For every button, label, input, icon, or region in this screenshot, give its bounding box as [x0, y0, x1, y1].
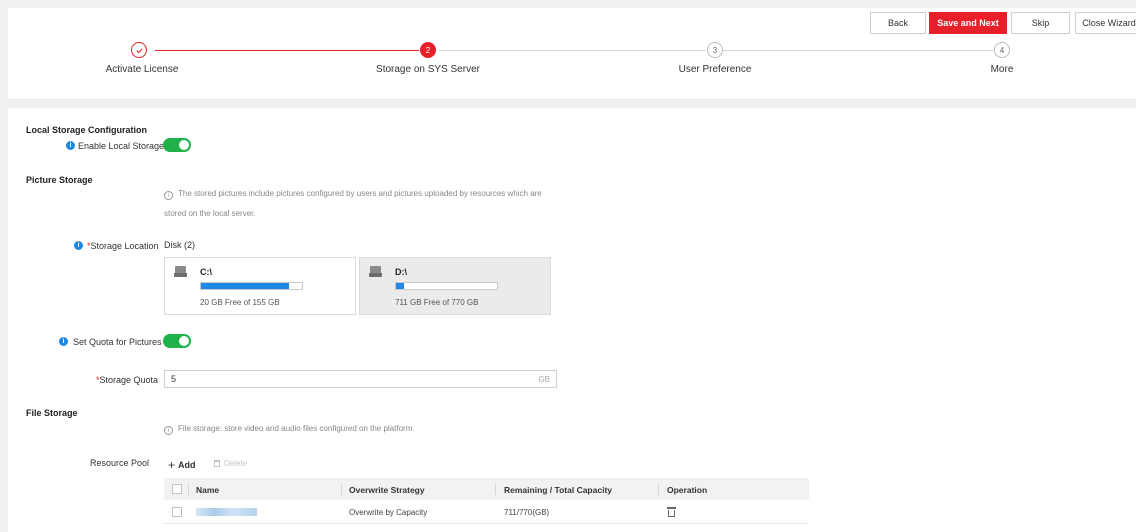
column-operation: Operation	[667, 485, 708, 495]
step-connector-2	[438, 50, 706, 51]
step-4-label: More	[990, 64, 1014, 75]
picture-storage-hint-line2: stored on the local server.	[164, 209, 256, 218]
disk-card-d[interactable]: D:\ 711 GB Free of 770 GB	[359, 257, 551, 315]
delete-resource-pool-button[interactable]: Delete	[214, 459, 247, 468]
enable-local-storage-label: Enable Local Storage	[78, 141, 165, 151]
column-overwrite-strategy[interactable]: Overwrite Strategy	[349, 485, 425, 495]
resource-pool-table: Name Overwrite Strategy Remaining / Tota…	[164, 478, 809, 524]
step-connector-3	[723, 50, 995, 51]
storage-location-label: *Storage Location	[87, 241, 159, 251]
resource-pool-label: Resource Pool	[90, 458, 150, 468]
skip-button[interactable]: Skip	[1011, 12, 1070, 34]
plus-icon: +	[168, 458, 176, 472]
disk-free-text: 20 GB Free of 155 GB	[200, 298, 280, 307]
wizard-header: Back Save and Next Skip Close Wizard 2 3…	[8, 8, 1136, 100]
file-storage-section-title: File Storage	[26, 408, 78, 418]
column-name[interactable]: Name	[196, 485, 219, 495]
info-icon[interactable]: i	[66, 141, 75, 150]
step-3-circle: 3	[707, 42, 723, 58]
set-quota-toggle[interactable]	[163, 334, 191, 348]
row-capacity: 711/770(GB)	[504, 508, 550, 517]
disk-icon	[369, 266, 382, 277]
step-1-label: Activate License	[105, 64, 179, 75]
storage-quota-label: *Storage Quota	[96, 375, 159, 385]
disk-icon	[174, 266, 187, 277]
disk-card-c[interactable]: C:\ 20 GB Free of 155 GB	[164, 257, 356, 315]
storage-quota-value: 5	[171, 374, 177, 384]
column-capacity[interactable]: Remaining / Total Capacity	[504, 485, 612, 495]
check-icon	[135, 47, 143, 53]
picture-storage-hint: i The stored pictures include pictures co…	[164, 189, 542, 200]
row-checkbox[interactable]	[172, 507, 182, 517]
disk-name: C:\	[200, 267, 212, 277]
step-2-circle: 2	[420, 42, 436, 58]
step-2-label: Storage on SYS Server	[376, 64, 480, 75]
step-3-label: User Preference	[678, 64, 752, 75]
local-storage-section-title: Local Storage Configuration	[26, 125, 148, 135]
step-1-circle	[131, 42, 147, 58]
disk-name: D:\	[395, 267, 407, 277]
storage-config-panel: Local Storage Configuration i Enable Loc…	[8, 108, 1136, 532]
table-header: Name Overwrite Strategy Remaining / Tota…	[164, 478, 809, 500]
info-icon[interactable]: i	[59, 337, 68, 346]
step-connector-1	[155, 50, 419, 51]
table-row[interactable]: Overwrite by Capacity 711/770(GB)	[164, 500, 809, 524]
disk-usage-fill	[201, 283, 289, 289]
info-icon[interactable]: i	[74, 241, 83, 250]
pool-name-redacted	[196, 508, 257, 516]
enable-local-storage-toggle[interactable]	[163, 138, 191, 152]
set-quota-label: Set Quota for Pictures	[73, 337, 162, 347]
storage-quota-unit: GB	[538, 375, 550, 384]
trash-icon	[214, 460, 220, 467]
disk-usage-bar	[395, 282, 498, 290]
disk-usage-fill	[396, 283, 404, 289]
disk-free-text: 711 GB Free of 770 GB	[395, 298, 479, 307]
add-resource-pool-button[interactable]: + Add	[168, 458, 196, 472]
disk-count-label: Disk (2)	[164, 240, 195, 250]
picture-storage-section-title: Picture Storage	[26, 175, 93, 185]
select-all-checkbox[interactable]	[172, 484, 182, 494]
back-button[interactable]: Back	[870, 12, 926, 34]
close-wizard-button[interactable]: Close Wizard	[1075, 12, 1136, 34]
step-4-circle: 4	[994, 42, 1010, 58]
row-overwrite-strategy: Overwrite by Capacity	[349, 508, 428, 517]
info-outline-icon: i	[164, 191, 173, 200]
disk-usage-bar	[200, 282, 303, 290]
file-storage-hint: i File storage: store video and audio fil…	[164, 424, 415, 435]
trash-icon[interactable]	[667, 506, 676, 517]
save-and-next-button[interactable]: Save and Next	[929, 12, 1007, 34]
info-outline-icon: i	[164, 426, 173, 435]
storage-quota-input[interactable]: 5 GB	[164, 370, 557, 388]
